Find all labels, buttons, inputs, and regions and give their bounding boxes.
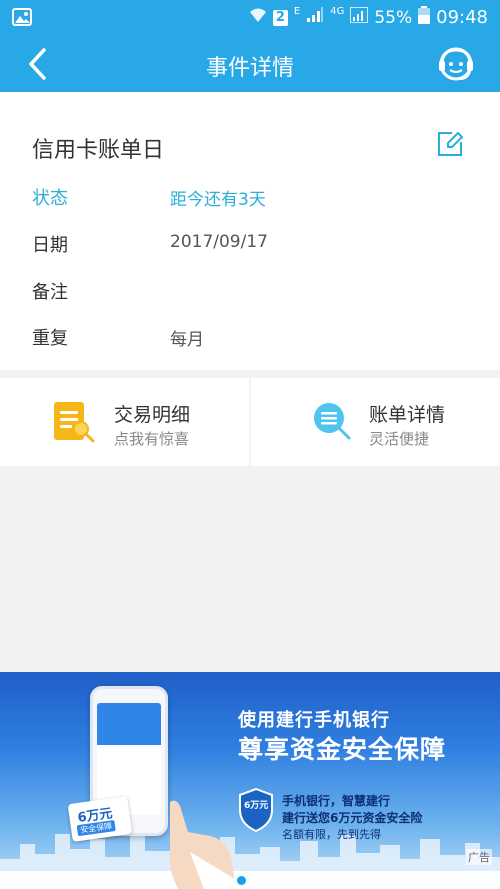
repeat-value: 每月 bbox=[170, 330, 204, 350]
transaction-details-tile[interactable]: 交易明细 点我有惊喜 bbox=[0, 378, 249, 466]
battery-icon bbox=[418, 6, 431, 29]
carousel-dot-1[interactable] bbox=[237, 876, 246, 885]
bill-details-subtitle: 灵活便捷 bbox=[369, 430, 430, 448]
wifi-icon bbox=[249, 6, 267, 29]
status-label: 状态 bbox=[32, 188, 68, 209]
transaction-details-subtitle: 点我有惊喜 bbox=[114, 430, 190, 448]
carousel-dots bbox=[0, 876, 500, 885]
transaction-doc-icon bbox=[52, 400, 96, 444]
app-header: 事件详情 bbox=[0, 36, 500, 92]
event-title: 信用卡账单日 bbox=[32, 138, 165, 163]
bill-search-icon bbox=[311, 400, 355, 444]
repeat-label: 重复 bbox=[32, 328, 68, 349]
page-title: 事件详情 bbox=[205, 56, 294, 81]
banner-headline-1: 使用建行手机银行 bbox=[238, 710, 390, 731]
status-icons: 2 E 4G 55% 09:48 bbox=[249, 6, 488, 29]
banner-line-2: 建行送您6万元资金安全险 bbox=[282, 811, 423, 825]
carousel-dot-2[interactable] bbox=[254, 876, 263, 885]
notification-badge: 2 bbox=[272, 9, 288, 26]
network-4g-label: 4G bbox=[330, 6, 345, 17]
banner-line-3: 名额有限，先到先得 bbox=[282, 828, 381, 841]
hand-illustration bbox=[169, 800, 240, 889]
transaction-details-title: 交易明细 bbox=[114, 404, 191, 426]
banner-headline-2: 尊享资金安全保障 bbox=[238, 735, 447, 764]
bill-details-title: 账单详情 bbox=[369, 404, 446, 426]
clock: 09:48 bbox=[436, 7, 488, 28]
date-label: 日期 bbox=[32, 235, 68, 256]
customer-service-icon[interactable] bbox=[436, 44, 476, 84]
note-label: 备注 bbox=[32, 282, 68, 303]
shield-text: 6万元 bbox=[244, 801, 269, 811]
edit-icon[interactable] bbox=[436, 130, 464, 158]
signal-icon-2 bbox=[349, 6, 370, 28]
bill-details-tile[interactable]: 账单详情 灵活便捷 bbox=[251, 378, 500, 466]
signal-icon bbox=[306, 7, 324, 28]
status-value: 距今还有3天 bbox=[170, 190, 266, 210]
date-value: 2017/09/17 bbox=[170, 232, 268, 252]
image-icon bbox=[12, 8, 32, 30]
action-tiles: 交易明细 点我有惊喜 账单详情 灵活便捷 bbox=[0, 378, 500, 466]
ad-label: 广告 bbox=[466, 849, 492, 865]
event-details-card: 信用卡账单日 状态 距今还有3天 日期 2017/09/17 备注 重复 每月 bbox=[0, 92, 500, 370]
network-e-label: E bbox=[293, 6, 301, 17]
status-bar: 2 E 4G 55% 09:48 bbox=[0, 0, 500, 36]
battery-percent: 55% bbox=[374, 7, 413, 28]
banner-line-1: 手机银行，智慧建行 bbox=[282, 794, 391, 808]
promo-banner[interactable]: 6万元 安全保障 使用建行手机银行 尊享资金安全保障 6万元 手机银行，智慧建行… bbox=[0, 672, 500, 889]
